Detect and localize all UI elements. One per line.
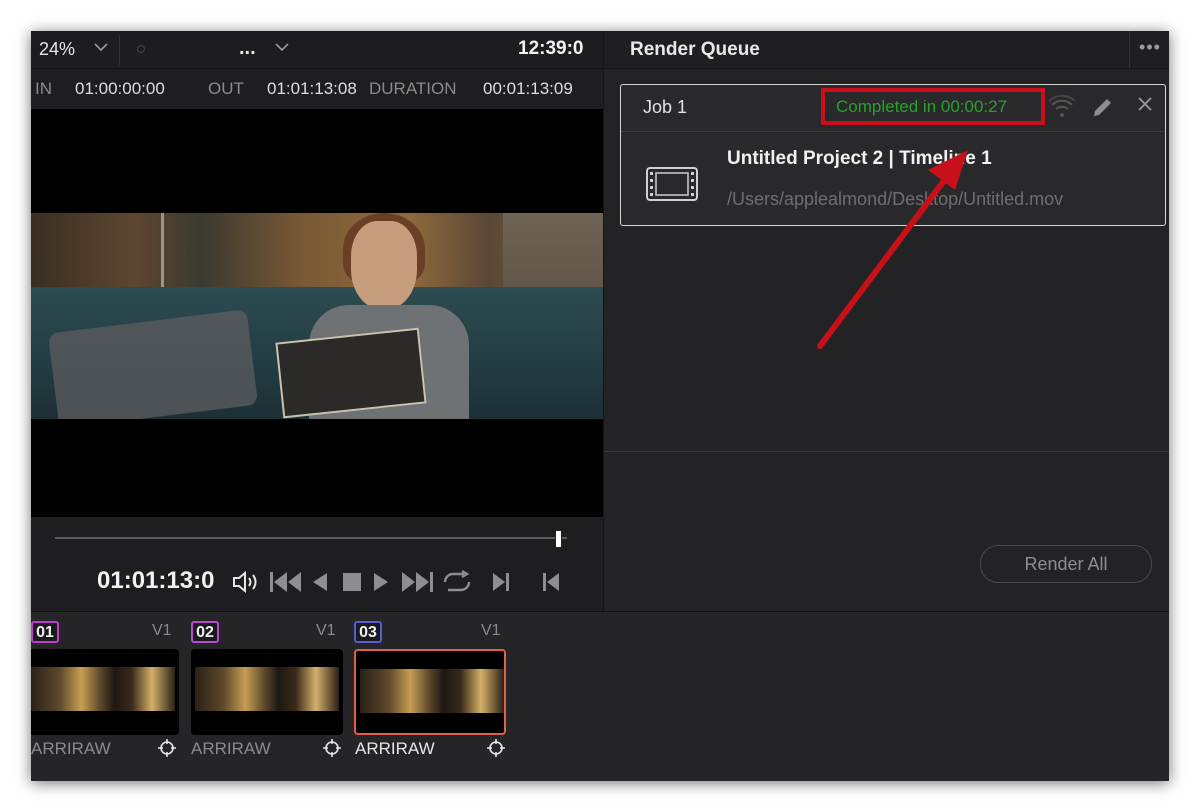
render-job-card[interactable]: Job 1 Completed in 00:00:27 Untitled Pro… xyxy=(620,84,1166,226)
render-queue-header: Render Queue ••• xyxy=(604,31,1169,69)
app-window: 24% ... 12:39:0 IN 01:00:00:00 OUT 01:01… xyxy=(31,31,1169,781)
crosshair-icon[interactable] xyxy=(157,738,177,758)
clip-item[interactable]: 01 V1 ARRIRAW xyxy=(31,612,181,781)
clip-name-dropdown[interactable]: ... xyxy=(239,37,256,60)
viewer-toolbar: 24% ... 12:39:0 xyxy=(31,31,603,69)
remote-render-icon[interactable] xyxy=(1048,94,1076,124)
out-label: OUT xyxy=(208,79,244,98)
clip-item[interactable]: 02 V1 ARRIRAW xyxy=(190,612,344,781)
render-all-button[interactable]: Render All xyxy=(980,545,1152,583)
video-frame-image xyxy=(31,213,603,419)
crosshair-icon[interactable] xyxy=(486,738,506,758)
clip-track-label: V1 xyxy=(316,622,336,639)
status-dot-icon xyxy=(137,45,145,53)
job-title: Untitled Project 2 | Timeline 1 xyxy=(727,148,992,169)
clip-track-label: V1 xyxy=(481,622,501,639)
loop-icon[interactable] xyxy=(440,569,474,599)
job-name: Job 1 xyxy=(643,97,688,117)
clip-chevron-down-icon[interactable] xyxy=(274,39,290,58)
viewer-panel: 24% ... 12:39:0 IN 01:00:00:00 OUT 01:01… xyxy=(31,31,603,611)
duration-value: 00:01:13:09 xyxy=(483,79,573,98)
film-clip-icon xyxy=(646,167,698,201)
clip-track-label: V1 xyxy=(152,622,172,639)
viewer-timecode: 01:01:13:0 xyxy=(97,567,215,594)
panel-divider xyxy=(604,451,1169,452)
clip-number-badge: 03 xyxy=(354,621,382,643)
zoom-chevron-down-icon[interactable] xyxy=(93,39,109,58)
play-icon[interactable] xyxy=(373,572,389,597)
clip-codec-label: ARRIRAW xyxy=(355,739,435,758)
in-out-bar: IN 01:00:00:00 OUT 01:01:13:08 DURATION … xyxy=(31,69,603,109)
clip-item-selected[interactable]: 03 V1 ARRIRAW xyxy=(353,612,507,781)
clip-thumbnail[interactable] xyxy=(31,649,179,735)
jump-to-start-icon[interactable] xyxy=(269,571,303,598)
zoom-level[interactable]: 24% xyxy=(39,39,75,60)
render-queue-title: Render Queue xyxy=(630,39,760,60)
viewer-timecode-top: 12:39:0 xyxy=(518,38,584,59)
clip-number-badge: 02 xyxy=(191,621,219,643)
clip-thumbnail[interactable] xyxy=(191,649,343,735)
video-preview[interactable] xyxy=(31,109,603,517)
next-edit-icon[interactable] xyxy=(491,572,511,597)
clip-codec-label: ARRIRAW xyxy=(191,739,271,758)
out-value: 01:01:13:08 xyxy=(267,79,357,98)
crosshair-icon[interactable] xyxy=(322,738,342,758)
status-highlight-box xyxy=(821,88,1045,125)
volume-icon[interactable] xyxy=(231,569,261,600)
more-options-button[interactable]: ••• xyxy=(1129,31,1169,68)
clip-thumbnail[interactable] xyxy=(354,649,506,735)
previous-edit-icon[interactable] xyxy=(541,572,561,597)
close-icon[interactable] xyxy=(1137,95,1153,118)
play-reverse-icon[interactable] xyxy=(312,572,328,597)
playhead-handle[interactable] xyxy=(554,530,562,548)
edit-pencil-icon[interactable] xyxy=(1091,95,1115,124)
in-value: 01:00:00:00 xyxy=(75,79,165,98)
clip-number-badge: 01 xyxy=(31,621,59,643)
in-label: IN xyxy=(35,79,52,98)
stop-icon[interactable] xyxy=(342,572,362,597)
duration-label: DURATION xyxy=(369,79,457,98)
render-queue-panel: Render Queue ••• Job 1 Completed in 00:0… xyxy=(603,31,1169,611)
scrubber-track[interactable] xyxy=(55,537,567,539)
job-output-path: /Users/applealmond/Desktop/Untitled.mov xyxy=(727,189,1064,209)
jump-to-end-icon[interactable] xyxy=(400,571,434,598)
job-header: Job 1 Completed in 00:00:27 xyxy=(621,85,1165,132)
toolbar-divider xyxy=(119,35,120,65)
clip-codec-label: ARRIRAW xyxy=(31,739,111,758)
clip-strip: 01 V1 ARRIRAW 02 V1 ARRIRAW 03 V1 ARRIRA… xyxy=(31,611,1169,781)
